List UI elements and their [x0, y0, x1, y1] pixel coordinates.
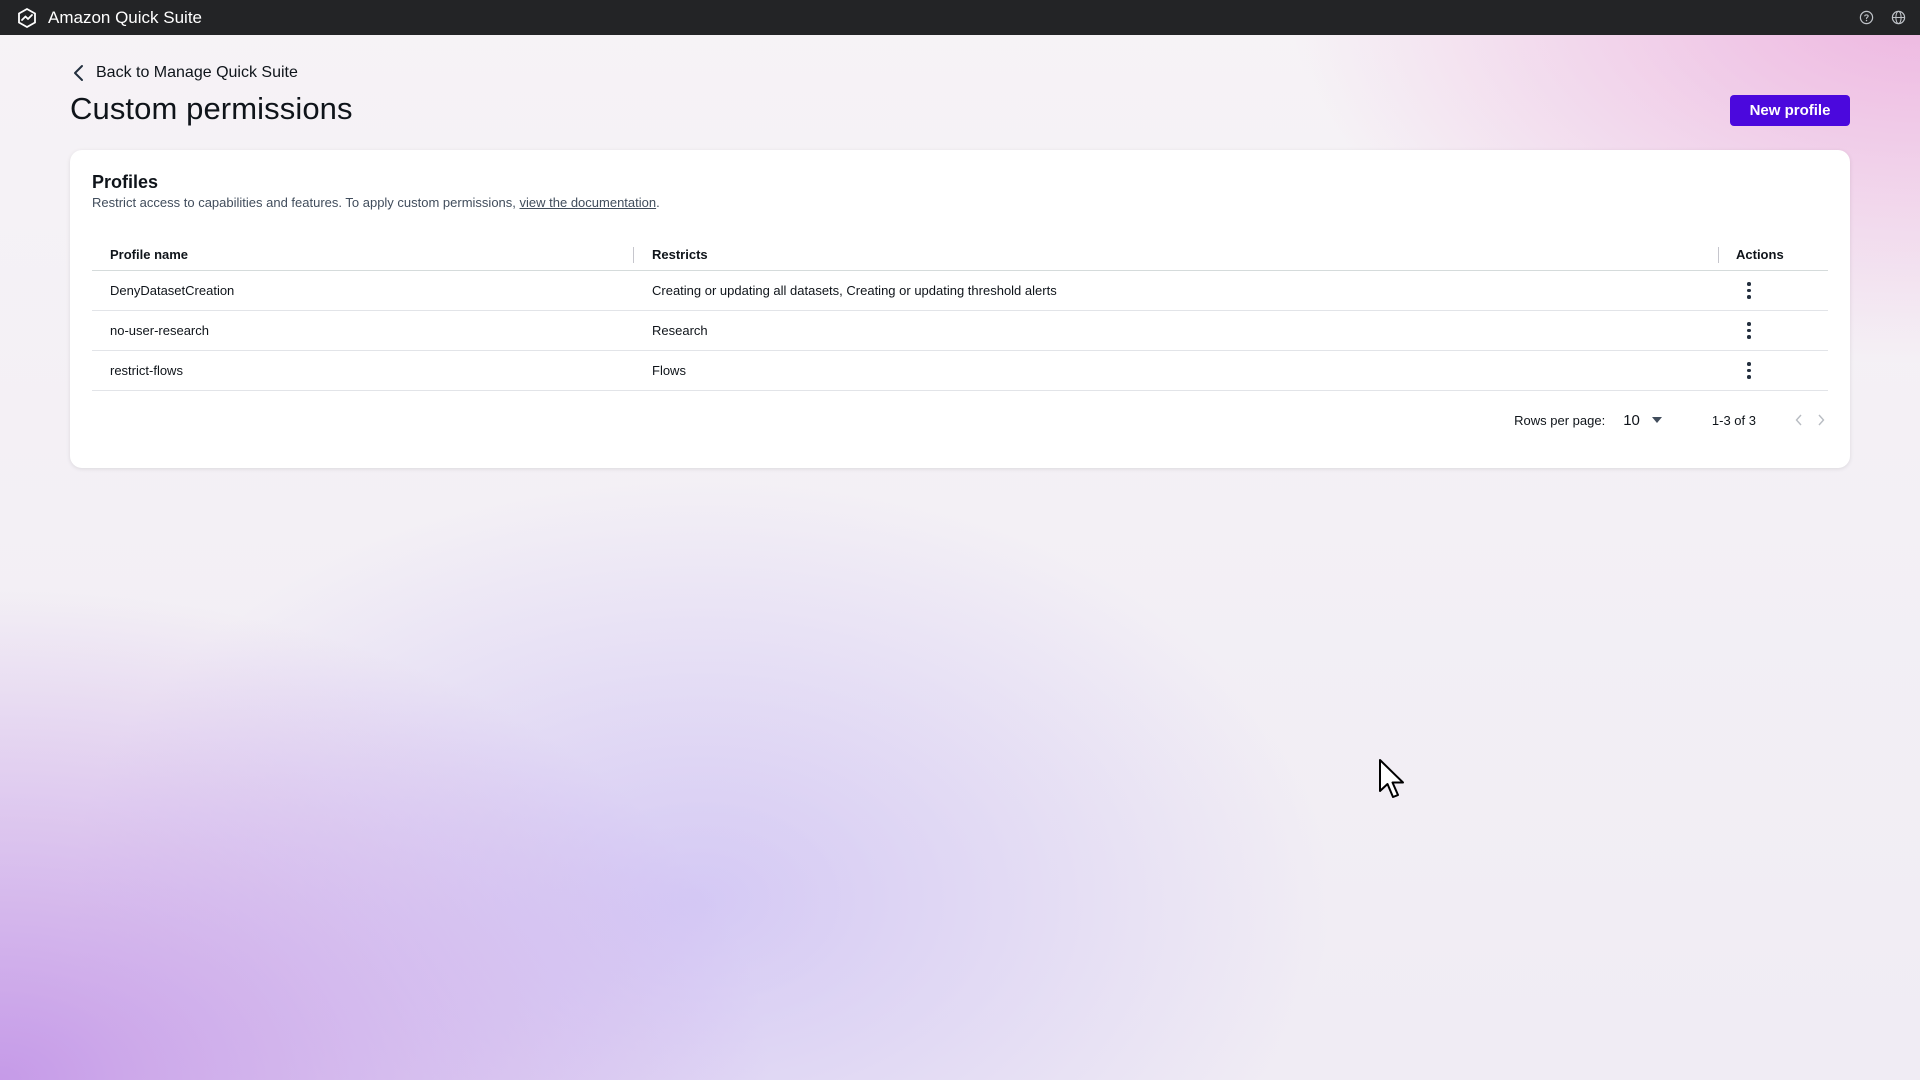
documentation-link[interactable]: view the documentation: [520, 195, 657, 210]
row-actions-button[interactable]: [1737, 351, 1761, 390]
row-actions-button[interactable]: [1737, 271, 1761, 310]
globe-icon[interactable]: [1890, 10, 1906, 26]
profiles-table: Profile name Restricts Actions DenyDatas…: [92, 238, 1828, 391]
top-bar-actions: [1858, 10, 1906, 26]
profiles-card: Profiles Restrict access to capabilities…: [70, 150, 1850, 468]
mouse-pointer-icon: [1378, 758, 1408, 802]
more-vertical-icon: [1747, 362, 1751, 379]
page-title: Custom permissions: [70, 91, 353, 126]
help-icon[interactable]: [1858, 10, 1874, 26]
row-actions-button[interactable]: [1737, 311, 1761, 350]
profile-name-cell: DenyDatasetCreation: [110, 283, 235, 298]
profiles-description: Restrict access to capabilities and feat…: [92, 195, 660, 210]
chevron-left-icon: [72, 63, 86, 83]
new-profile-button[interactable]: New profile: [1730, 95, 1850, 126]
restricts-cell: Flows: [652, 363, 686, 378]
back-to-manage-link[interactable]: Back to Manage Quick Suite: [72, 60, 298, 86]
back-link-label: Back to Manage Quick Suite: [96, 64, 298, 81]
profile-name-cell: no-user-research: [110, 323, 209, 338]
caret-down-icon: [1651, 417, 1662, 423]
next-page-icon[interactable]: [1814, 413, 1828, 427]
more-vertical-icon: [1747, 322, 1751, 339]
quick-suite-logo-icon: [16, 7, 38, 29]
column-header-actions: Actions: [1736, 247, 1784, 262]
profiles-title: Profiles: [92, 172, 159, 192]
rows-per-page-label: Rows per page:: [1514, 412, 1606, 428]
table-row[interactable]: DenyDatasetCreation Creating or updating…: [92, 271, 1828, 311]
pagination: Rows per page: 10 1-3 of 3: [1514, 408, 1828, 432]
description-text: Restrict access to capabilities and feat…: [92, 195, 520, 210]
app-name: Amazon Quick Suite: [48, 7, 203, 27]
column-divider[interactable]: [1718, 247, 1719, 263]
pagination-range: 1-3 of 3: [1711, 412, 1756, 428]
column-header-restricts[interactable]: Restricts: [652, 238, 708, 271]
table-header: Profile name Restricts Actions: [92, 238, 1828, 271]
rows-per-page-select[interactable]: 10: [1623, 412, 1662, 429]
top-bar: Amazon Quick Suite: [0, 0, 1920, 35]
column-divider[interactable]: [633, 247, 634, 263]
brand[interactable]: Amazon Quick Suite: [16, 7, 202, 29]
restricts-cell: Creating or updating all datasets, Creat…: [652, 283, 1057, 298]
rows-per-page-value: 10: [1623, 411, 1640, 429]
table-row[interactable]: no-user-research Research: [92, 311, 1828, 351]
restricts-cell: Research: [652, 323, 708, 338]
previous-page-icon[interactable]: [1792, 413, 1806, 427]
more-vertical-icon: [1747, 282, 1751, 299]
profile-name-cell: restrict-flows: [110, 363, 183, 378]
description-suffix: .: [656, 195, 660, 210]
table-row[interactable]: restrict-flows Flows: [92, 351, 1828, 391]
column-header-profile-name[interactable]: Profile name: [110, 238, 188, 271]
